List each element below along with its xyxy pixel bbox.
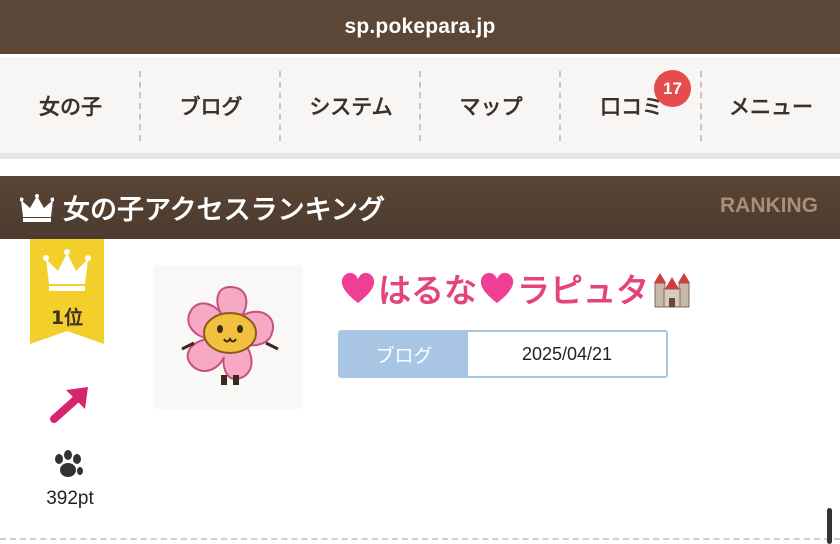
section-subtitle: RANKING xyxy=(720,194,818,217)
nav-label: 女の子 xyxy=(39,94,102,119)
blog-tag-label: ブログ xyxy=(340,332,468,376)
url-bar[interactable]: sp.pokepara.jp xyxy=(0,0,840,54)
blog-update-tag[interactable]: ブログ 2025/04/21 xyxy=(338,330,668,378)
castle-icon xyxy=(654,273,690,308)
girl-name-link[interactable]: はるな ラピュタ xyxy=(338,262,693,314)
points-value: 392pt xyxy=(46,488,94,509)
nav-item-map[interactable]: マップ xyxy=(421,57,561,154)
trend-up-arrow-icon xyxy=(50,387,88,423)
reviews-count-badge: 17 xyxy=(654,70,691,107)
url-text: sp.pokepara.jp xyxy=(344,15,496,38)
girl-name-part2: ラピュタ xyxy=(517,271,649,310)
list-divider xyxy=(0,538,840,540)
nav-item-girls[interactable]: 女の子 xyxy=(0,57,141,154)
rank-label: 1位 xyxy=(50,307,84,329)
nav-label: マップ xyxy=(459,94,523,119)
section-title: 女の子アクセスランキング xyxy=(63,195,385,226)
paw-icon xyxy=(55,450,83,477)
girl-name-part1: はるな xyxy=(378,271,477,310)
nav-item-menu[interactable]: メニュー xyxy=(702,57,840,154)
nav-label: システム xyxy=(309,94,393,119)
scrollbar[interactable] xyxy=(827,508,832,544)
nav-item-blog[interactable]: ブログ xyxy=(141,57,281,154)
profile-avatar[interactable] xyxy=(153,265,303,409)
blog-date: 2025/04/21 xyxy=(521,343,613,364)
sakura-mascot-image xyxy=(181,285,279,385)
crown-icon xyxy=(20,193,54,222)
pink-heart-icon xyxy=(480,272,514,303)
pink-heart-icon xyxy=(341,272,375,303)
nav-label: ブログ xyxy=(179,94,243,119)
nav-label: メニュー xyxy=(729,94,813,119)
nav-shadow xyxy=(0,153,840,159)
ranking-section-header: 女の子アクセスランキング RANKING xyxy=(0,176,840,239)
nav-label: 口コミ xyxy=(600,94,663,119)
nav-item-system[interactable]: システム xyxy=(281,57,421,154)
top-nav: 女の子 ブログ システム マップ 口コミ メニュー xyxy=(0,57,840,154)
